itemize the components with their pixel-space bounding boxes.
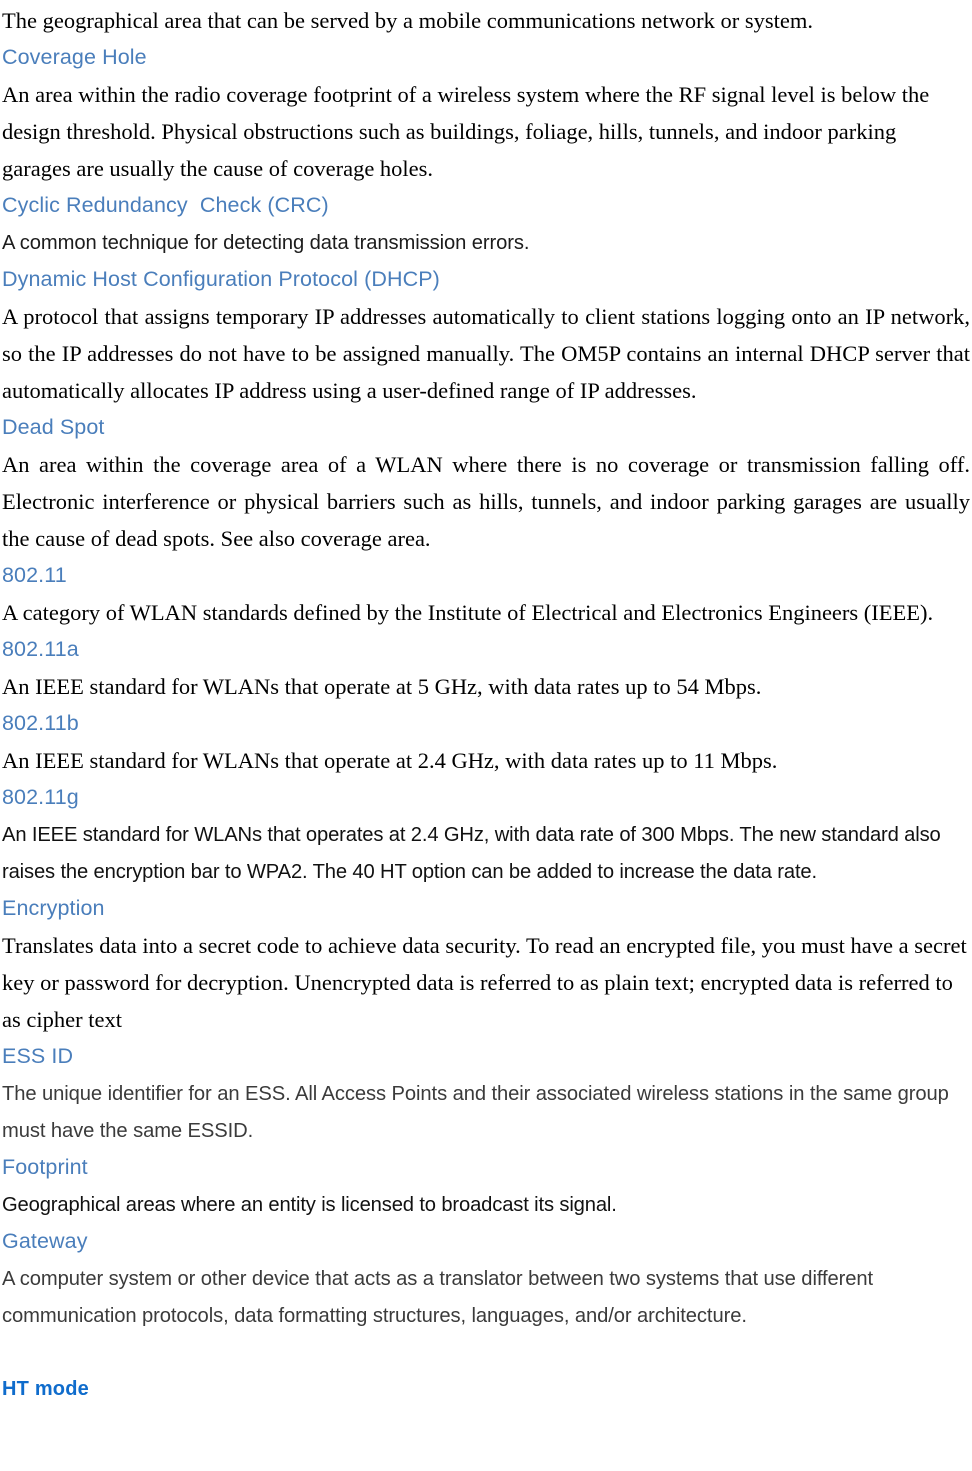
term-heading-gateway: Gateway [2, 1229, 88, 1253]
glossary-entry-footprint: Footprint Geographical areas where an en… [2, 1149, 970, 1223]
term-heading-ht-mode: HT mode [2, 1378, 89, 1400]
term-heading-802-11g: 802.11g [2, 785, 79, 809]
term-heading-crc: Cyclic Redundancy Check (CRC) [2, 193, 329, 217]
term-definition-802-11a: An IEEE standard for WLANs that operate … [2, 674, 762, 699]
term-definition-gateway: A computer system or other device that a… [2, 1267, 874, 1327]
glossary-entry-802-11: 802.11 A category of WLAN standards defi… [2, 557, 970, 631]
glossary-entry-gateway: Gateway A computer system or other devic… [2, 1223, 970, 1334]
term-definition-802-11g: An IEEE standard for WLANs that operates… [2, 823, 941, 883]
term-definition-dhcp: A protocol that assigns temporary IP add… [2, 304, 970, 403]
term-definition-802-11: A category of WLAN standards defined by … [2, 600, 934, 625]
glossary-entry-802-11b: 802.11b An IEEE standard for WLANs that … [2, 705, 970, 779]
glossary-entry-dead-spot: Dead Spot An area within the coverage ar… [2, 409, 970, 557]
term-heading-dead-spot: Dead Spot [2, 415, 105, 439]
term-definition-ess-id: The unique identifier for an ESS. All Ac… [2, 1082, 949, 1142]
intro-paragraph: The geographical area that can be served… [2, 8, 813, 33]
term-definition-802-11b: An IEEE standard for WLANs that operate … [2, 748, 778, 773]
term-definition-encryption: Translates data into a secret code to ac… [2, 933, 967, 1032]
term-definition-footprint: Geographical areas where an entity is li… [2, 1193, 617, 1216]
term-heading-footprint: Footprint [2, 1155, 88, 1179]
term-heading-ess-id: ESS ID [2, 1044, 74, 1068]
glossary-entry-crc: Cyclic Redundancy Check (CRC) A common t… [2, 187, 970, 261]
glossary-entry-802-11g: 802.11g An IEEE standard for WLANs that … [2, 779, 970, 890]
term-heading-encryption: Encryption [2, 896, 105, 920]
glossary-entry-encryption: Encryption Translates data into a secret… [2, 890, 970, 1038]
term-definition-crc: A common technique for detecting data tr… [2, 231, 530, 254]
glossary-entry-ht-mode: HT mode [2, 1371, 970, 1408]
term-definition-dead-spot: An area within the coverage area of a WL… [2, 452, 970, 551]
term-heading-802-11b: 802.11b [2, 711, 79, 735]
document-page: The geographical area that can be served… [0, 0, 972, 1471]
glossary-entry-coverage-hole: Coverage Hole An area within the radio c… [2, 39, 970, 187]
term-heading-802-11a: 802.11a [2, 637, 79, 661]
glossary-entry-802-11a: 802.11a An IEEE standard for WLANs that … [2, 631, 970, 705]
term-definition-coverage-hole: An area within the radio coverage footpr… [2, 82, 930, 181]
term-heading-dhcp: Dynamic Host Configuration Protocol (DHC… [2, 267, 440, 291]
term-heading-802-11: 802.11 [2, 563, 67, 587]
glossary-entry-dhcp: Dynamic Host Configuration Protocol (DHC… [2, 261, 970, 409]
glossary-entry-ess-id: ESS ID The unique identifier for an ESS.… [2, 1038, 970, 1149]
term-heading-coverage-hole: Coverage Hole [2, 45, 147, 69]
